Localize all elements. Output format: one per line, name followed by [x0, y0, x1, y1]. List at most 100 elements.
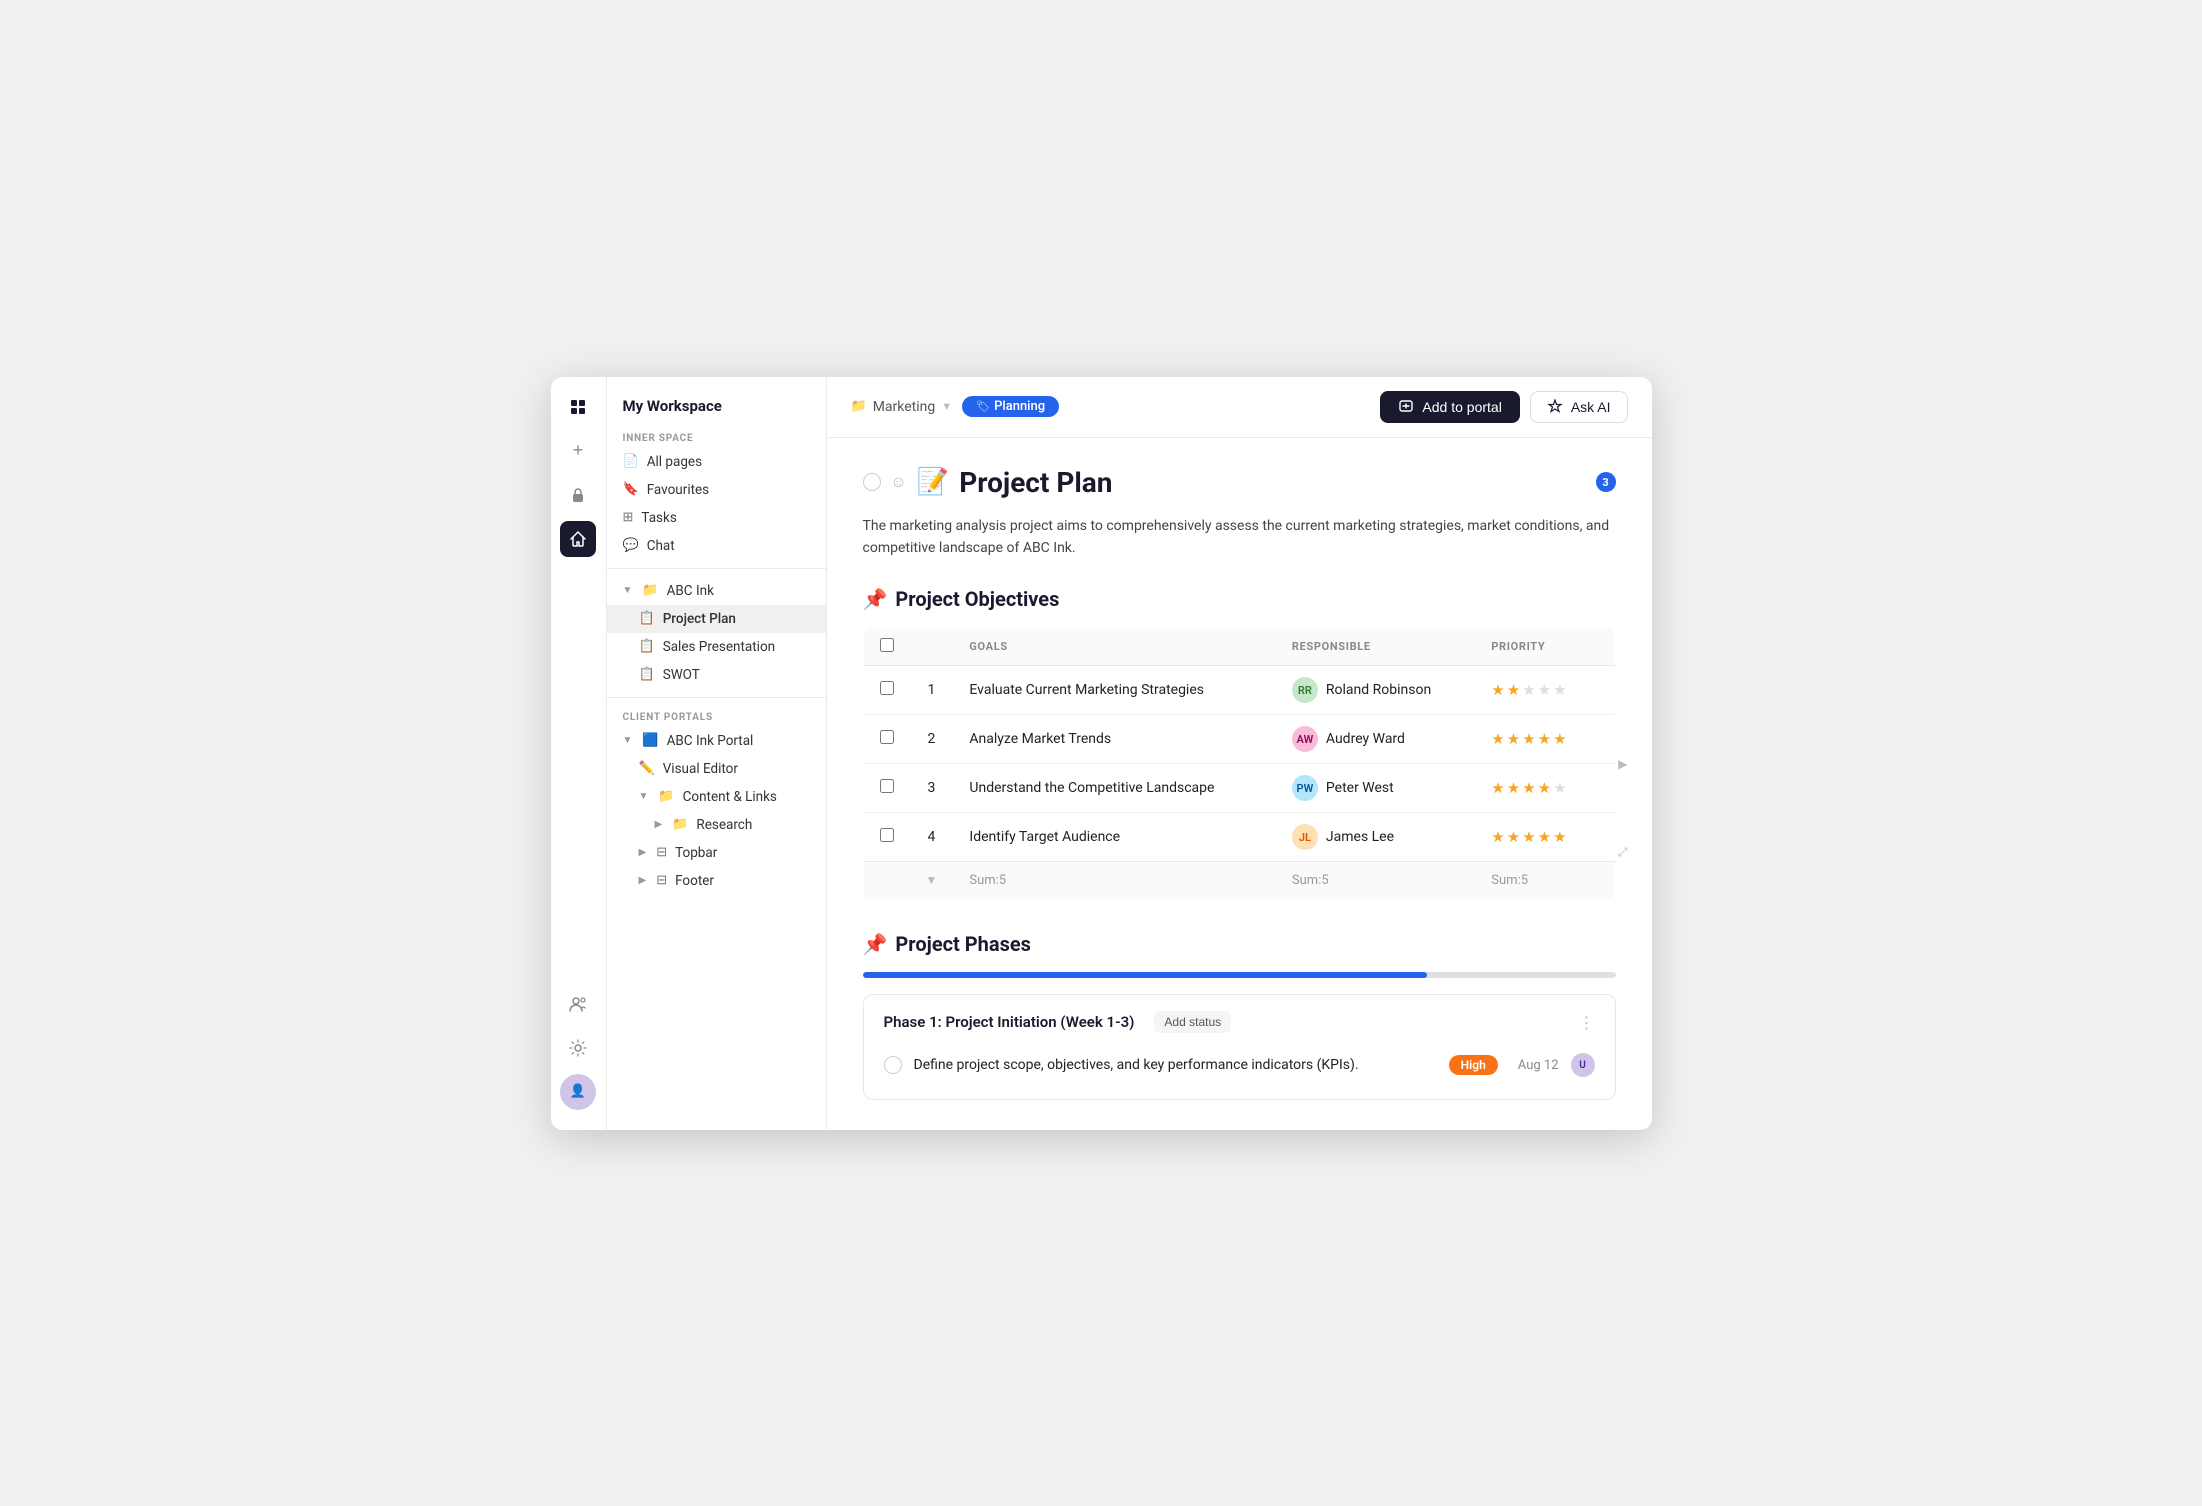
sidebar-item-content-links[interactable]: ▼ 📁 Content & Links [607, 783, 826, 811]
responsible-name-3: James Lee [1326, 829, 1394, 845]
page-description: The marketing analysis project aims to c… [863, 515, 1616, 560]
sidebar-item-topbar[interactable]: ▶ ⊟ Topbar [607, 839, 826, 867]
workspace-title: My Workspace [607, 389, 826, 427]
avatar-1: AW [1292, 726, 1318, 752]
sidebar-item-swot[interactable]: 📋 SWOT [607, 661, 826, 689]
stars-0: ★★★★★ [1491, 681, 1598, 699]
sidebar: My Workspace INNER SPACE 📄 All pages 🔖 F… [607, 377, 827, 1130]
phases-emoji: 📌 [863, 932, 888, 956]
topbar-icon: ⊟ [656, 845, 667, 860]
chevron-right-icon: ▼ [639, 791, 649, 802]
logo-button[interactable] [560, 389, 596, 425]
sidebar-item-footer[interactable]: ▶ ⊟ Footer [607, 867, 826, 895]
lock-button[interactable] [560, 477, 596, 513]
team-button[interactable] [560, 986, 596, 1022]
star-icon: ★ [1522, 779, 1535, 797]
breadcrumb-chevron-icon: ▼ [941, 400, 952, 413]
star-icon: ★ [1553, 828, 1566, 846]
sidebar-item-research[interactable]: ▶ 📁 Research [607, 811, 826, 839]
add-status-button[interactable]: Add status [1154, 1011, 1231, 1033]
star-icon: ★ [1507, 779, 1520, 797]
task-label: Define project scope, objectives, and ke… [914, 1057, 1437, 1073]
page-icon: 📄 [623, 454, 639, 469]
expand-icon[interactable]: ▼ [926, 873, 938, 887]
sidebar-item-tasks[interactable]: ⊞ Tasks [607, 504, 826, 532]
ask-ai-button[interactable]: Ask AI [1530, 391, 1628, 423]
phase-progress-fill [863, 972, 1428, 978]
sidebar-item-visual-editor[interactable]: ✏️ Visual Editor [607, 755, 826, 783]
responsible-name-0: Roland Robinson [1326, 682, 1431, 698]
sidebar-label-portal: ABC Ink Portal [667, 733, 754, 749]
star-icon: ★ [1491, 828, 1504, 846]
stars-2: ★★★★★ [1491, 779, 1598, 797]
table-row: 3Understand the Competitive Landscape PW… [863, 764, 1615, 813]
sum-checkbox-cell [863, 862, 910, 900]
user-avatar[interactable]: 👤 [560, 1074, 596, 1110]
settings-button[interactable] [560, 1030, 596, 1066]
sum-responsible-cell: Sum:5 [1276, 862, 1475, 900]
sidebar-label-swot: SWOT [663, 667, 700, 683]
sidebar-item-all-pages[interactable]: 📄 All pages [607, 448, 826, 476]
sidebar-item-project-plan[interactable]: 📋 Project Plan [607, 605, 826, 633]
table-scroll-right-icon[interactable]: ▶ [1618, 757, 1627, 771]
row-checkbox-0[interactable] [880, 681, 894, 695]
sidebar-divider-2 [607, 697, 826, 698]
page-title: Project Plan [959, 466, 1112, 499]
select-all-checkbox[interactable] [880, 638, 894, 652]
phase-task-1: Define project scope, objectives, and ke… [884, 1047, 1595, 1083]
add-to-portal-button[interactable]: Add to portal [1380, 391, 1519, 423]
home-button[interactable] [560, 521, 596, 557]
sum-goals-cell: Sum:5 [953, 862, 1276, 900]
page-status-emoji: ☺ [891, 472, 907, 492]
table-row: 1Evaluate Current Marketing Strategies R… [863, 666, 1615, 715]
grid-icon: ⊞ [623, 510, 634, 525]
folder2-icon: 📁 [658, 789, 674, 804]
avatar-3: JL [1292, 824, 1318, 850]
task-date: Aug 12 [1518, 1058, 1559, 1073]
chat-icon: 💬 [623, 538, 639, 553]
planning-tag[interactable]: 🏷 Planning [962, 396, 1059, 417]
row-goal-2: Understand the Competitive Landscape [953, 764, 1276, 813]
row-priority-3: ★★★★★ [1475, 813, 1615, 862]
star-icon: ★ [1491, 681, 1504, 699]
sidebar-item-sales-presentation[interactable]: 📋 Sales Presentation [607, 633, 826, 661]
star-icon: ★ [1491, 730, 1504, 748]
notification-badge: 3 [1596, 472, 1616, 492]
star-icon: ★ [1522, 681, 1535, 699]
innerspace-label: INNER SPACE [607, 427, 826, 448]
breadcrumb-folder-icon: 📁 [851, 399, 867, 414]
row-priority-1: ★★★★★ [1475, 715, 1615, 764]
row-num-1: 2 [910, 715, 954, 764]
table-expand-icon[interactable]: ⤢ [1618, 845, 1628, 860]
portal-icon: 🟦 [642, 733, 658, 748]
sidebar-item-abc-ink[interactable]: ▼ 📁 ABC Ink [607, 577, 826, 605]
sidebar-label-all-pages: All pages [647, 454, 702, 470]
row-responsible-1: AW Audrey Ward [1276, 715, 1475, 764]
add-button[interactable]: + [560, 433, 596, 469]
sidebar-item-favourites[interactable]: 🔖 Favourites [607, 476, 826, 504]
objectives-table: GOALS RESPONSIBLE PRIORITY 1Evaluate Cur… [863, 627, 1616, 900]
add-to-portal-label: Add to portal [1422, 399, 1501, 415]
sidebar-item-abc-ink-portal[interactable]: ▼ 🟦 ABC Ink Portal [607, 727, 826, 755]
ask-ai-label: Ask AI [1571, 399, 1611, 415]
icon-bar: + [551, 377, 607, 1130]
row-num-0: 1 [910, 666, 954, 715]
table-row: 4Identify Target Audience JL James Lee ★… [863, 813, 1615, 862]
folder-icon: 📁 [642, 583, 658, 598]
pencil-icon: ✏️ [639, 761, 655, 776]
ai-btn-icon [1547, 399, 1563, 415]
row-checkbox-1[interactable] [880, 730, 894, 744]
page-status-circle [863, 473, 881, 491]
row-goal-3: Identify Target Audience [953, 813, 1276, 862]
chevron-topbar-icon: ▶ [639, 847, 647, 858]
phase-card-header: Phase 1: Project Initiation (Week 1-3) A… [884, 1011, 1595, 1033]
task-checkbox[interactable] [884, 1056, 902, 1074]
row-checkbox-3[interactable] [880, 828, 894, 842]
row-responsible-2: PW Peter West [1276, 764, 1475, 813]
phases-title: 📌 Project Phases [863, 932, 1616, 956]
phase-options-icon[interactable]: ⋮ [1579, 1013, 1595, 1032]
row-responsible-0: RR Roland Robinson [1276, 666, 1475, 715]
sidebar-item-chat[interactable]: 💬 Chat [607, 532, 826, 560]
row-checkbox-2[interactable] [880, 779, 894, 793]
sidebar-label-tasks: Tasks [641, 510, 676, 526]
